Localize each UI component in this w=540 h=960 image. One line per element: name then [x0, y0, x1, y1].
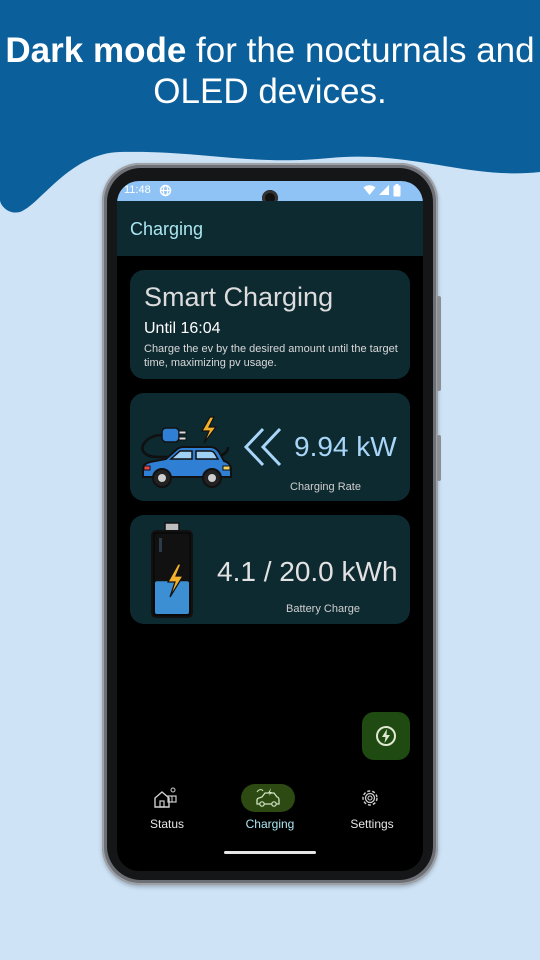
nav-item-status[interactable]: Status: [127, 779, 207, 839]
nav-label-charging: Charging: [245, 817, 295, 831]
signal-icon: [379, 185, 389, 195]
charging-rate-value: 9.94 kW: [294, 431, 397, 462]
ev-charging-car-icon: [141, 416, 232, 488]
gear-icon: [362, 790, 378, 806]
ev-car-icon: [256, 788, 280, 807]
charging-rate-card: 9.94 kW Charging Rate: [130, 393, 410, 501]
nav-item-charging[interactable]: Charging: [230, 779, 310, 839]
volume-button: [437, 296, 441, 391]
nav-label-settings: Settings: [350, 817, 394, 831]
status-time: 11:48: [124, 184, 151, 196]
battery-icon: [393, 184, 401, 197]
smart-charging-title: Smart Charging: [144, 282, 334, 312]
home-indicator[interactable]: [224, 851, 316, 854]
battery-charging-icon: [151, 522, 193, 618]
bolt-circle-icon: [376, 726, 396, 746]
smart-charging-description: Charge the ev by the desired amount unti…: [144, 343, 398, 369]
banner-title: Dark mode for the nocturnals and OLED de…: [0, 30, 540, 112]
smart-charging-until: Until 16:04: [144, 320, 221, 337]
battery-charge-card: 4.1 / 20.0 kWh Battery Charge: [130, 515, 410, 624]
nav-item-settings[interactable]: Settings: [332, 779, 412, 839]
wifi-icon: [363, 185, 376, 195]
banner-title-rest: for the nocturnals and OLED devices.: [153, 31, 535, 111]
banner-title-bold: Dark mode: [5, 31, 187, 70]
app-bar: Charging: [117, 201, 423, 256]
page-title: Charging: [130, 219, 204, 239]
house-solar-icon: [154, 787, 177, 808]
battery-charge-label: Battery Charge: [286, 603, 360, 615]
charge-now-button[interactable]: [362, 712, 410, 760]
app-screen: 11:48 Charging Smart Charging Until 16:0…: [117, 181, 423, 871]
bottom-navigation: Status Charging Settings: [117, 779, 423, 849]
charging-rate-label: Charging Rate: [290, 481, 361, 493]
smart-charging-card[interactable]: Smart Charging Until 16:04 Charge the ev…: [130, 270, 410, 379]
network-globe-icon: [159, 184, 172, 197]
chevrons-left-icon: [243, 427, 282, 467]
nav-label-status: Status: [149, 817, 185, 831]
battery-charge-value: 4.1 / 20.0 kWh: [217, 556, 398, 587]
power-button: [437, 435, 441, 481]
